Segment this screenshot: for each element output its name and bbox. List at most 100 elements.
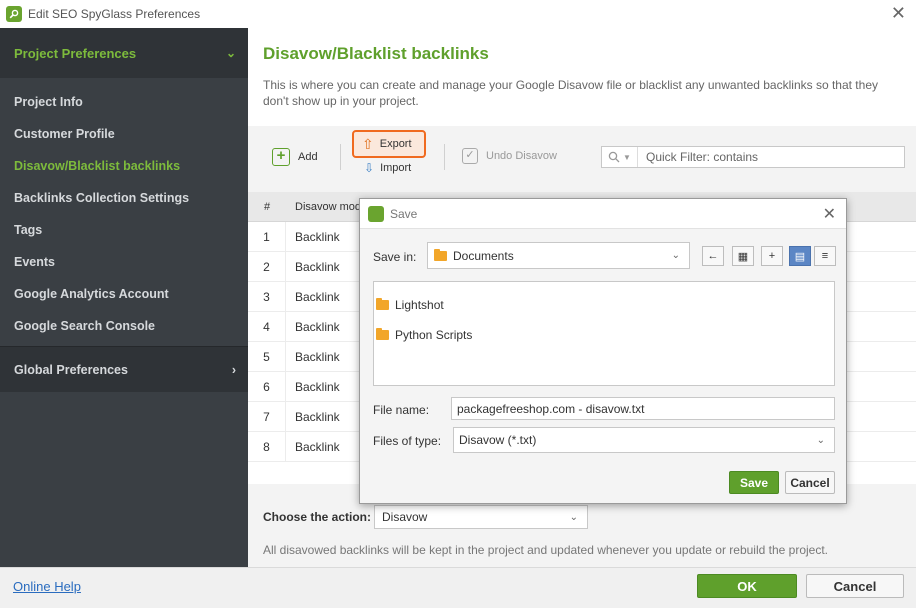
add-button[interactable]: + Add xyxy=(272,148,318,166)
action-note: All disavowed backlinks will be kept in … xyxy=(263,543,829,557)
chevron-down-icon: ⌄ xyxy=(816,434,825,446)
row-number: 3 xyxy=(248,282,286,311)
sidebar-item-google-search-console[interactable]: Google Search Console xyxy=(0,310,248,342)
action-select[interactable]: Disavow ⌄ xyxy=(374,505,588,529)
row-mode: Backlink xyxy=(295,409,340,424)
app-icon xyxy=(368,205,384,222)
file-list: Lightshot Python Scripts xyxy=(373,281,835,386)
file-name-label: File name: xyxy=(373,403,430,417)
row-mode: Backlink xyxy=(295,349,340,364)
sidebar-item-label: Disavow/Blacklist backlinks xyxy=(14,159,181,173)
action-label: Choose the action: xyxy=(263,510,372,524)
list-item[interactable]: Lightshot xyxy=(374,290,834,320)
sidebar-section-label: Project Preferences xyxy=(14,45,137,61)
row-mode: Backlink xyxy=(295,229,340,244)
sidebar-items: Project Info Customer Profile Disavow/Bl… xyxy=(0,78,248,342)
sidebar-item-google-analytics[interactable]: Google Analytics Account xyxy=(0,278,248,310)
chevron-down-icon: ⌄ xyxy=(569,511,578,523)
back-icon[interactable]: ← xyxy=(702,246,724,266)
search-icon: ▼ xyxy=(602,147,638,167)
chevron-down-icon: ⌄ xyxy=(225,46,236,60)
folder-icon xyxy=(376,298,389,310)
ok-button[interactable]: OK xyxy=(697,574,797,598)
row-number: 4 xyxy=(248,312,286,341)
new-folder-icon[interactable]: + xyxy=(761,246,783,266)
save-in-select[interactable]: Documents ⌄ xyxy=(427,242,690,269)
quick-filter-input[interactable]: ▼ Quick Filter: contains xyxy=(601,146,905,168)
list-item[interactable]: Python Scripts xyxy=(374,320,834,350)
app-icon xyxy=(6,6,22,22)
page-title: Disavow/Blacklist backlinks xyxy=(263,44,489,63)
sidebar-section-global-preferences[interactable]: Global Preferences › xyxy=(0,346,248,392)
sidebar-section-label: Global Preferences xyxy=(14,362,128,377)
sidebar-item-customer-profile[interactable]: Customer Profile xyxy=(0,118,248,150)
undo-disavow-button[interactable]: ✓ Undo Disavow xyxy=(462,148,557,164)
undo-check-icon: ✓ xyxy=(462,148,478,164)
sidebar-item-project-info[interactable]: Project Info xyxy=(0,86,248,118)
sidebar-item-label: Project Info xyxy=(14,95,83,109)
toolbar-divider xyxy=(444,144,445,170)
close-icon[interactable]: ✕ xyxy=(823,204,836,224)
export-button[interactable]: ⇧ Export xyxy=(352,130,426,158)
file-type-label: Files of type: xyxy=(373,434,442,448)
folder-icon xyxy=(434,248,447,261)
row-number: 6 xyxy=(248,372,286,401)
add-button-label: Add xyxy=(298,151,318,163)
main-header: Disavow/Blacklist backlinks This is wher… xyxy=(248,28,916,126)
row-number: 5 xyxy=(248,342,286,371)
file-item-label: Lightshot xyxy=(395,298,444,312)
import-button[interactable]: ⇩ Import xyxy=(364,161,411,175)
sidebar-item-backlinks-collection[interactable]: Backlinks Collection Settings xyxy=(0,182,248,214)
sidebar-item-label: Google Search Console xyxy=(14,319,156,333)
sidebar-item-label: Events xyxy=(14,255,55,269)
close-icon[interactable]: ✕ xyxy=(891,4,906,22)
desktop-icon[interactable]: ▦ xyxy=(732,246,754,266)
import-icon: ⇩ xyxy=(364,161,375,175)
row-mode: Backlink xyxy=(295,289,340,304)
file-name-field[interactable]: packagefreeshop.com - disavow.txt xyxy=(451,397,835,420)
save-dialog-titlebar: Save ✕ xyxy=(360,199,846,229)
row-mode: Backlink xyxy=(295,439,340,454)
row-number: 8 xyxy=(248,432,286,461)
row-mode: Backlink xyxy=(295,259,340,274)
column-header-number[interactable]: # xyxy=(248,201,286,213)
file-name-value: packagefreeshop.com - disavow.txt xyxy=(457,401,645,416)
export-button-label: Export xyxy=(379,138,412,150)
sidebar-item-events[interactable]: Events xyxy=(0,246,248,278)
sidebar-item-label: Backlinks Collection Settings xyxy=(14,191,190,205)
import-button-label: Import xyxy=(380,162,412,174)
save-in-label: Save in: xyxy=(373,250,417,264)
plus-icon: + xyxy=(272,148,290,166)
details-view-icon[interactable]: ≡ xyxy=(814,246,836,266)
dialog-cancel-button[interactable]: Cancel xyxy=(785,471,835,494)
sidebar-item-label: Google Analytics Account xyxy=(14,287,169,301)
row-number: 2 xyxy=(248,252,286,281)
sidebar: Project Preferences ⌄ Project Info Custo… xyxy=(0,28,248,567)
page-description: This is where you can create and manage … xyxy=(263,78,878,108)
cancel-button[interactable]: Cancel xyxy=(806,574,904,598)
sidebar-item-label: Tags xyxy=(14,223,43,237)
row-mode: Backlink xyxy=(295,379,340,394)
sidebar-item-tags[interactable]: Tags xyxy=(0,214,248,246)
chevron-down-icon: ⌄ xyxy=(671,250,680,261)
action-select-value: Disavow xyxy=(382,510,428,524)
save-dialog: Save ✕ Save in: Documents ⌄ ← ▦ + ▤ ≡ Li… xyxy=(359,198,847,504)
row-mode: Backlink xyxy=(295,319,340,334)
file-type-select[interactable]: Disavow (*.txt) ⌄ xyxy=(453,427,835,453)
save-in-value: Documents xyxy=(453,248,514,263)
online-help-link[interactable]: Online Help xyxy=(13,579,81,594)
save-dialog-title: Save xyxy=(390,206,418,221)
bottom-bar: Online Help OK Cancel xyxy=(0,567,916,608)
toolbar: + Add ⇧ Export ⇩ Import ✓ Undo Disavow ▼… xyxy=(248,126,916,192)
toolbar-divider xyxy=(340,144,341,170)
undo-disavow-label: Undo Disavow xyxy=(486,150,557,162)
save-button[interactable]: Save xyxy=(729,471,779,494)
sidebar-item-label: Customer Profile xyxy=(14,127,115,141)
window-title: Edit SEO SpyGlass Preferences xyxy=(28,7,201,21)
sidebar-section-project-preferences[interactable]: Project Preferences ⌄ xyxy=(0,28,248,78)
folder-icon xyxy=(376,328,389,340)
quick-filter-placeholder: Quick Filter: contains xyxy=(646,150,759,164)
sidebar-item-disavow-blacklist[interactable]: Disavow/Blacklist backlinks xyxy=(0,150,248,182)
export-icon: ⇧ xyxy=(362,135,374,152)
list-view-icon[interactable]: ▤ xyxy=(789,246,811,266)
